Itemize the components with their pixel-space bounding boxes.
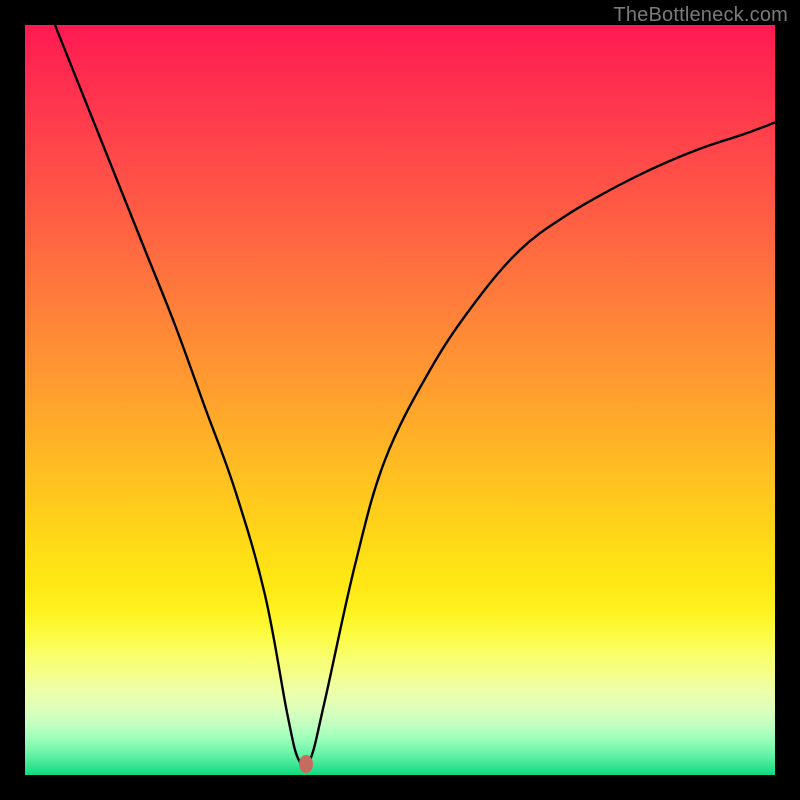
gradient-band [25,363,775,401]
gradient-band [25,400,775,438]
gradient-band [25,749,775,761]
gradient-band [25,550,775,588]
gradient-band [25,213,775,251]
gradient-band [25,715,775,727]
gradient-band [25,438,775,476]
gradient-band [25,625,775,641]
gradient-band [25,760,775,768]
gradient-band [25,25,775,63]
gradient-band [25,704,775,716]
stage: TheBottleneck.com [0,0,800,800]
gradient-band [25,670,775,682]
gradient-band [25,588,775,611]
gradient-band [25,610,775,626]
chart-plot-area [25,25,775,775]
gradient-band [25,726,775,738]
gradient-band [25,738,775,750]
optimum-marker [299,755,313,773]
gradient-band [25,288,775,326]
watermark-text: TheBottleneck.com [613,4,788,27]
gradient-band [25,250,775,288]
gradient-band [25,325,775,363]
gradient-band [25,138,775,176]
gradient-band [25,475,775,513]
gradient-band [25,655,775,671]
gradient-band [25,100,775,138]
gradient-band [25,63,775,101]
gradient-band [25,513,775,551]
gradient-band [25,768,775,776]
gradient-band [25,175,775,213]
gradient-band [25,681,775,693]
gradient-band [25,640,775,656]
gradient-band [25,693,775,705]
